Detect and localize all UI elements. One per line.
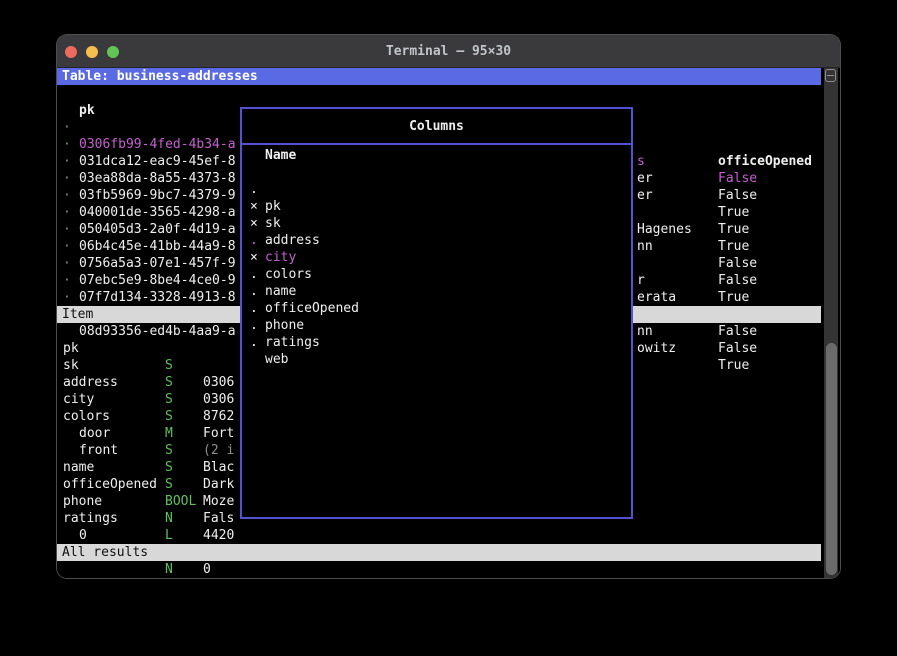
minimize-button-icon[interactable] [86,46,98,58]
traffic-lights [57,35,127,68]
columns-list-item[interactable]: . pk [242,164,631,181]
columns-list-item[interactable]: × colors [242,232,631,249]
columns-list-item[interactable]: × sk [242,181,631,198]
scrollbar-thumb[interactable] [826,343,837,575]
item-attribute-row[interactable]: 1 N 5 [57,527,821,544]
columns-dialog: Columns Name . pk × sk [240,107,633,519]
columns-dialog-title: Columns [242,109,631,145]
columns-list-item[interactable]: . ratings [242,300,631,317]
table-name-bar: Table: business-addresses [57,68,821,85]
window-titlebar: Terminal — 95×30 [57,35,840,68]
columns-list-item[interactable]: . web [242,317,631,334]
window-title: Terminal — 95×30 [386,44,511,59]
attribute-type: N [165,561,173,578]
columns-list-item[interactable]: . officeOpened [242,266,631,283]
columns-list-item[interactable]: . phone [242,283,631,300]
columns-list-header: Name [242,147,631,164]
zoom-button-icon[interactable] [107,46,119,58]
attribute-value: 0 [203,561,211,578]
scrollbar-track[interactable] [824,68,838,578]
close-button-icon[interactable] [65,46,77,58]
columns-list: . pk × sk × address [242,164,631,334]
terminal-content: Table: business-addresses pk city name o… [57,68,840,578]
status-bar: All results [57,544,821,561]
terminal-window: Terminal — 95×30 Table: business-address… [57,35,840,578]
columns-dialog-body: Name . pk × sk [242,145,631,334]
columns-list-item[interactable]: . city [242,215,631,232]
table-header-row: pk city name officeOpened [57,85,821,102]
split-pane-icon[interactable] [825,69,836,82]
columns-list-item[interactable]: × address [242,198,631,215]
column-visibility-marker-icon: . [250,334,258,351]
column-name-label: web [265,351,288,368]
columns-list-item[interactable]: . name [242,249,631,266]
